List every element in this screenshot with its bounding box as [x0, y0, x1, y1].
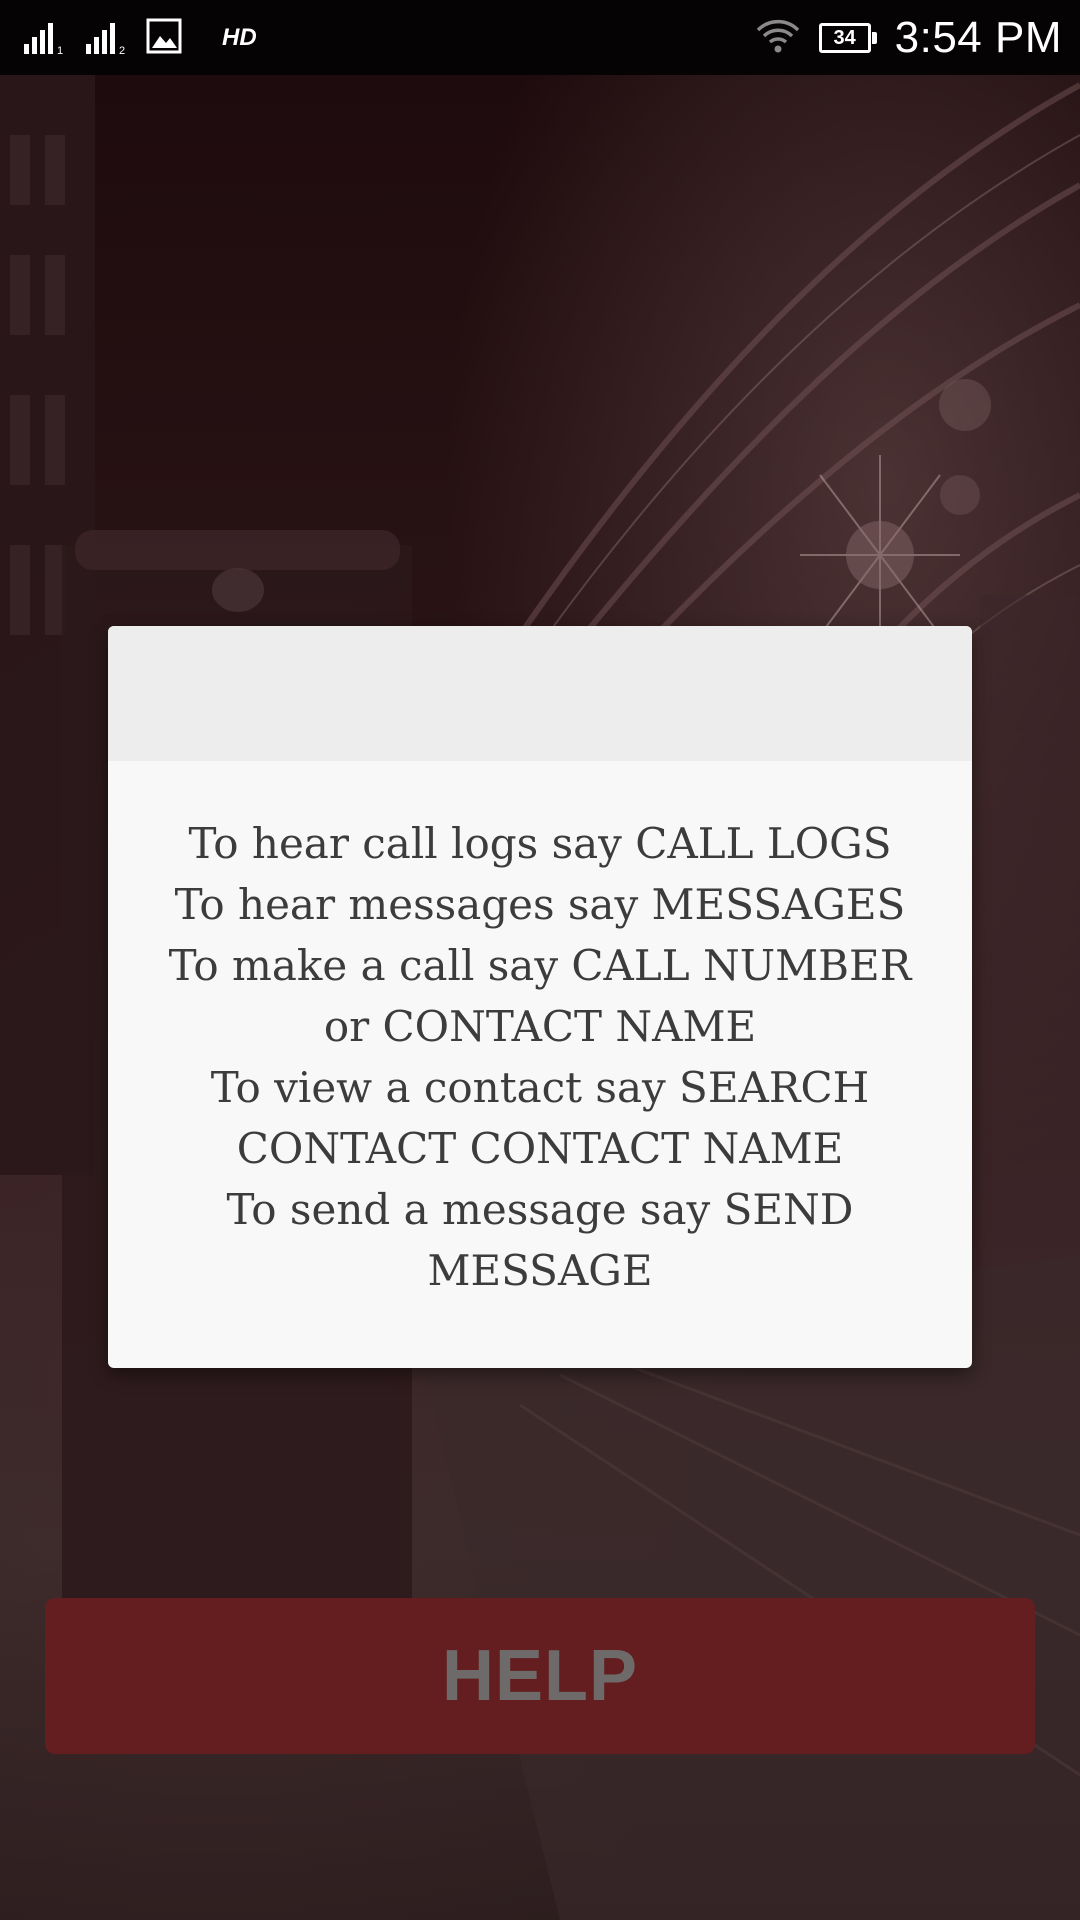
sim1-label: 1 — [57, 45, 63, 56]
help-button[interactable]: HELP — [45, 1598, 1035, 1754]
help-line-send-message-cont: MESSAGE — [427, 1246, 653, 1295]
status-bar-left: 1 2 HD — [22, 16, 257, 60]
help-line-messages: To hear messages say MESSAGES — [174, 880, 906, 929]
dialog-body: To hear call logs say CALL LOGS To hear … — [108, 761, 972, 1368]
help-line-make-call: To make a call say CALL NUMBER — [168, 941, 912, 990]
help-line-view-contact-cont: CONTACT CONTACT NAME — [236, 1124, 844, 1173]
help-line-make-call-cont: or CONTACT NAME — [323, 1002, 757, 1051]
help-line-send-message: To send a message say SEND — [226, 1185, 854, 1234]
battery-icon: 34 — [818, 23, 877, 53]
clock: 3:54 PM — [894, 13, 1062, 62]
status-bar: 1 2 HD 34 3:54 PM — [0, 0, 1080, 75]
gallery-icon — [146, 18, 182, 59]
hd-indicator: HD — [222, 24, 257, 51]
wifi-icon — [755, 16, 801, 61]
sim2-label: 2 — [119, 45, 125, 56]
battery-level: 34 — [833, 27, 856, 49]
signal-sim1-icon: 1 — [22, 20, 66, 56]
help-line-view-contact: To view a contact say SEARCH — [210, 1063, 870, 1112]
help-button-label: HELP — [441, 1636, 639, 1716]
help-line-call-logs: To hear call logs say CALL LOGS — [188, 819, 892, 868]
dialog-title-bar — [108, 626, 972, 761]
status-bar-right: 34 3:54 PM — [755, 10, 1062, 66]
screen: 1 2 HD 34 3:54 PM To hear call logs say … — [0, 0, 1080, 1920]
help-dialog: To hear call logs say CALL LOGS To hear … — [108, 626, 972, 1368]
signal-sim2-icon: 2 — [84, 20, 128, 56]
